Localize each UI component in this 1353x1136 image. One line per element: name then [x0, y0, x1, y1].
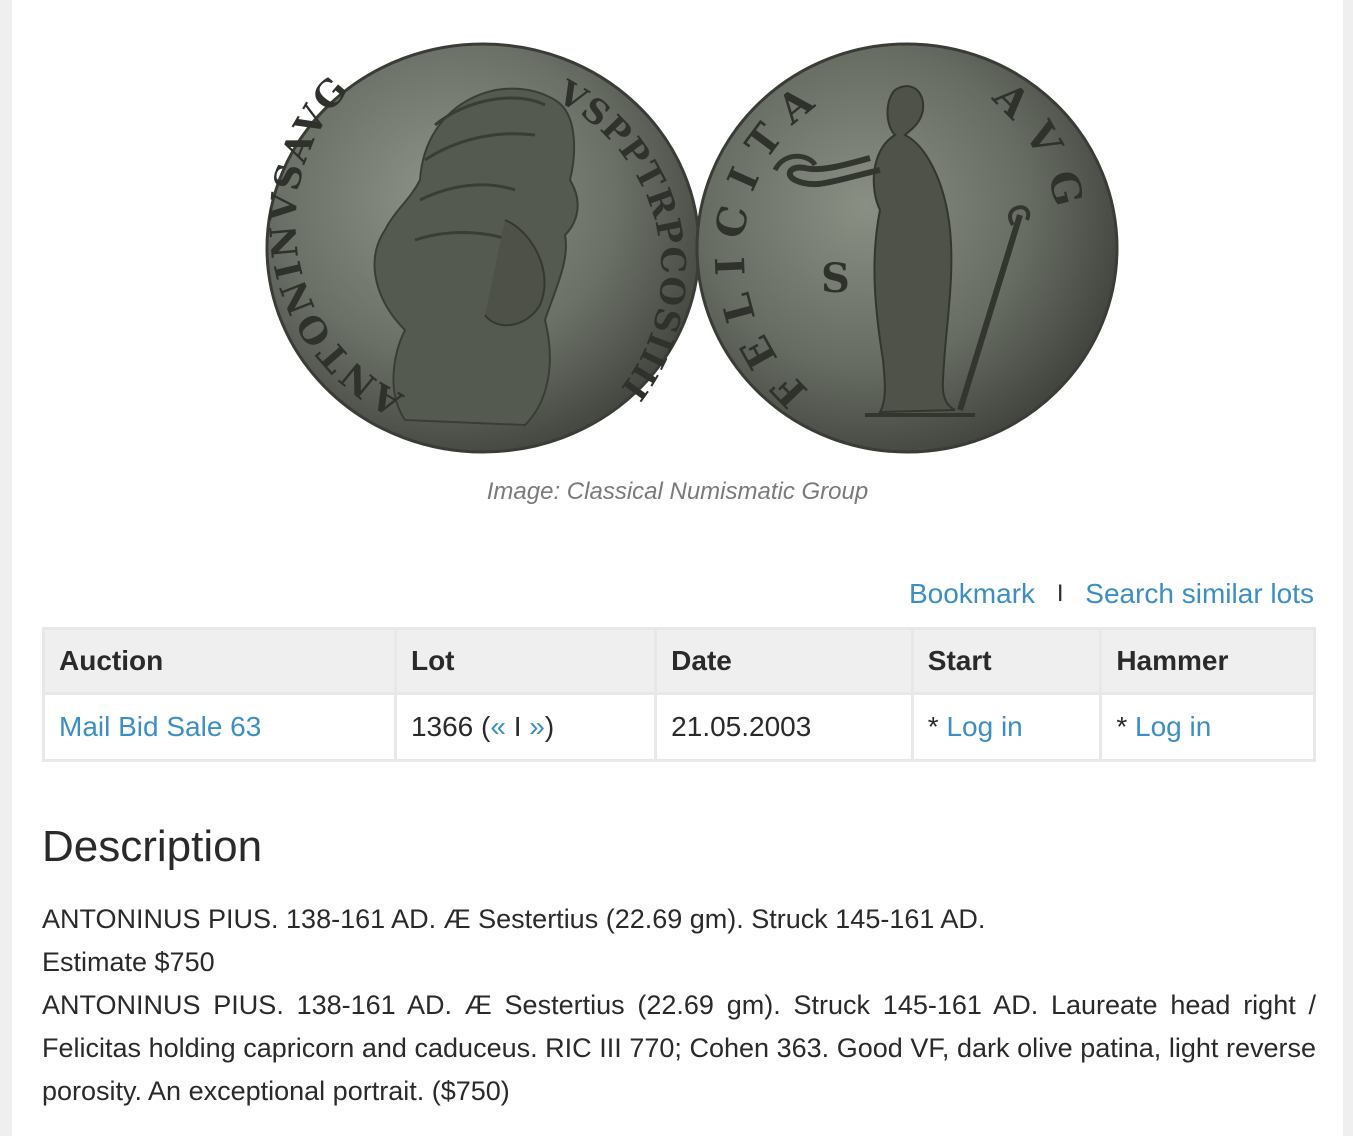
- start-login-link[interactable]: Log in: [946, 711, 1022, 742]
- column-header-hammer: Hammer: [1099, 627, 1316, 695]
- bookmark-link[interactable]: Bookmark: [909, 578, 1035, 609]
- description-summary: ANTONINUS PIUS. 138-161 AD. Æ Sestertius…: [42, 904, 986, 934]
- description-body: ANTONINUS PIUS. 138-161 AD. Æ Sestertius…: [42, 898, 1316, 1113]
- lot-cell: 1366 (« I »): [393, 692, 658, 762]
- date-cell: 21.05.2003: [654, 692, 914, 762]
- hammer-asterisk: *: [1116, 711, 1128, 742]
- next-lot-link[interactable]: »: [529, 711, 545, 742]
- search-similar-lots-link[interactable]: Search similar lots: [1085, 578, 1314, 609]
- description-heading: Description: [42, 822, 263, 871]
- auction-cell: Mail Bid Sale 63: [42, 692, 397, 762]
- column-header-auction: Auction: [42, 627, 397, 695]
- svg-text:S C: S C: [821, 255, 1125, 302]
- lot-paren-open: (: [481, 711, 491, 742]
- column-header-start: Start: [910, 627, 1103, 695]
- image-credit: Image: Classical Numismatic Group: [486, 478, 869, 505]
- column-header-lot: Lot: [393, 627, 658, 695]
- table-header-row: Auction Lot Date Start Hammer: [42, 627, 1316, 695]
- column-header-date: Date: [654, 627, 914, 695]
- hammer-login-link[interactable]: Log in: [1135, 711, 1211, 742]
- auction-link[interactable]: Mail Bid Sale 63: [59, 711, 261, 742]
- lot-number: 1366: [410, 711, 474, 742]
- start-asterisk: *: [927, 711, 939, 742]
- description-estimate: Estimate $750: [42, 947, 215, 977]
- lot-table: Auction Lot Date Start Hammer Mail Bid S…: [42, 627, 1316, 762]
- start-cell: * Log in: [910, 692, 1103, 762]
- lot-nav-separator: I: [513, 711, 522, 742]
- obverse-coin: ANTONINVSAVGPI VSPPTRPCOSIIII: [255, 30, 701, 454]
- lot-actions: Bookmark I Search similar lots: [909, 578, 1314, 610]
- previous-lot-link[interactable]: «: [490, 711, 506, 742]
- description-full-text: ANTONINUS PIUS. 138-161 AD. Æ Sestertius…: [42, 990, 1316, 1106]
- lot-page: ANTONINVSAVGPI VSPPTRPCOSIIII FELICITAS …: [12, 0, 1343, 1136]
- table-row: Mail Bid Sale 63 1366 (« I ») 21.05.2003…: [42, 692, 1316, 762]
- lot-paren-close: ): [544, 711, 555, 742]
- coin-image: ANTONINVSAVGPI VSPPTRPCOSIIII FELICITAS …: [255, 30, 1125, 454]
- actions-separator: I: [1056, 580, 1064, 607]
- hammer-cell: * Log in: [1099, 692, 1316, 762]
